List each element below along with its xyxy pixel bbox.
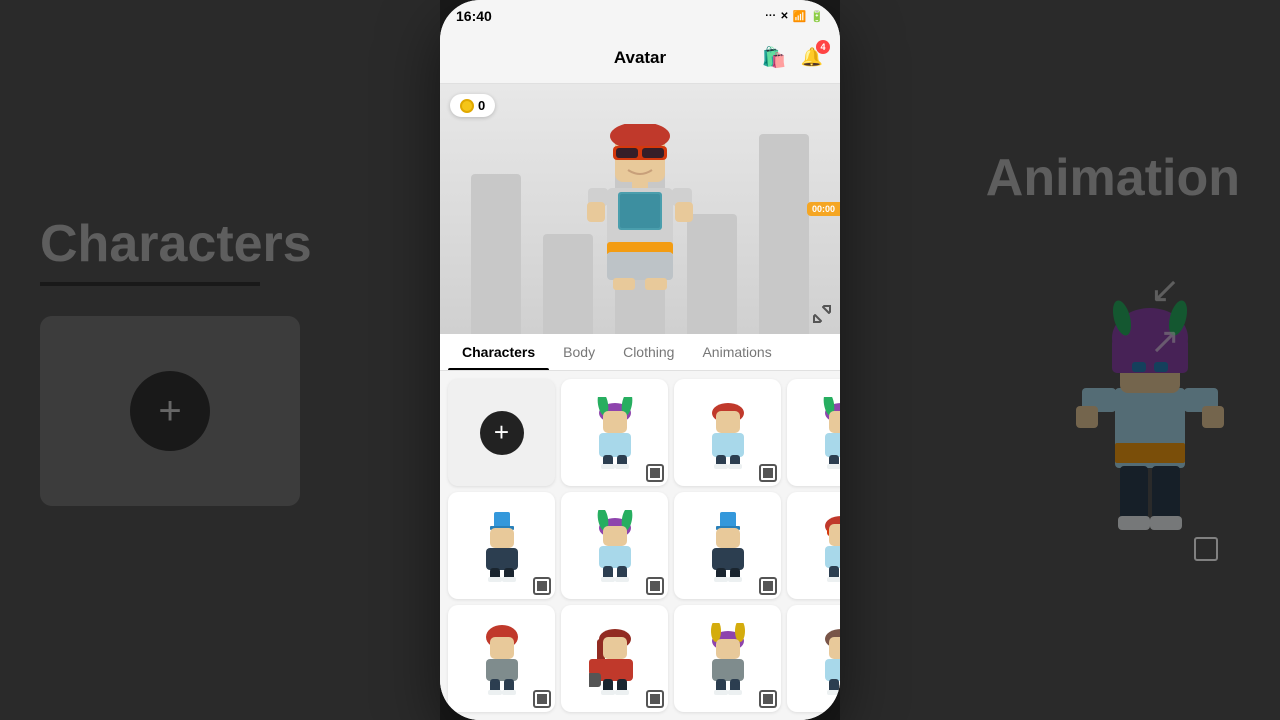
mini-char-svg-6 xyxy=(702,510,754,582)
coin-icon xyxy=(460,99,474,113)
character-card-8[interactable] xyxy=(448,605,555,712)
category-tabs: Characters Body Clothing Animations xyxy=(440,334,840,371)
tab-animations[interactable]: Animations xyxy=(688,334,785,370)
mini-char-svg-7 xyxy=(815,510,841,582)
character-card-1[interactable] xyxy=(561,379,668,486)
char-thumbnail-6 xyxy=(674,492,781,599)
char-thumbnail-9 xyxy=(561,605,668,712)
char-edit-icon-10 xyxy=(759,690,777,708)
add-character-card[interactable]: + xyxy=(448,379,555,486)
tab-clothing[interactable]: Clothing xyxy=(609,334,688,370)
character-card-6[interactable] xyxy=(674,492,781,599)
mini-char-svg-11 xyxy=(815,623,841,695)
character-card-9[interactable] xyxy=(561,605,668,712)
avatar-preview: 0 00:00 xyxy=(440,84,840,334)
character-card-3[interactable] xyxy=(787,379,840,486)
shopping-bag-icon[interactable]: 🛍️ xyxy=(760,44,788,72)
wifi-icon: 📶 xyxy=(793,10,807,23)
coin-value: 0 xyxy=(478,98,485,113)
mini-char-svg-1 xyxy=(589,397,641,469)
expand-icon[interactable] xyxy=(812,304,832,326)
main-avatar-svg xyxy=(585,124,695,294)
bg-right-heading: Animation xyxy=(986,148,1240,208)
char-thumbnail-5 xyxy=(561,492,668,599)
status-icons: ··· ✕ 📶 🔋 xyxy=(765,10,824,23)
bg-right-avatar xyxy=(1060,208,1240,573)
notification-badge: 4 xyxy=(816,40,830,54)
bg-compress-arrows: ↙ ↗ xyxy=(1150,268,1180,362)
char-thumbnail-4 xyxy=(448,492,555,599)
char-edit-icon-6 xyxy=(759,577,777,595)
char-edit-icon-2 xyxy=(759,464,777,482)
status-bar: 16:40 ··· ✕ 📶 🔋 xyxy=(440,0,840,32)
arrow-expand-bottom: ↗ xyxy=(1150,319,1180,362)
battery-icon: 🔋 xyxy=(810,10,824,23)
mini-char-svg-2 xyxy=(702,397,754,469)
arrow-compress-top: ↙ xyxy=(1150,268,1180,311)
tab-characters[interactable]: Characters xyxy=(448,334,549,370)
mini-char-svg-10 xyxy=(702,623,754,695)
x-icon: ✕ xyxy=(780,11,788,22)
mini-char-svg-5 xyxy=(589,510,641,582)
char-edit-icon-4 xyxy=(533,577,551,595)
character-card-5[interactable] xyxy=(561,492,668,599)
character-card-2[interactable] xyxy=(674,379,781,486)
bg-left-underline xyxy=(40,282,260,286)
main-content: 0 00:00 Characters Body Clothing Animati… xyxy=(440,84,840,720)
bg-left-panel: Characters + xyxy=(0,0,440,720)
character-card-10[interactable] xyxy=(674,605,781,712)
bg-left-card: + xyxy=(40,316,300,506)
pillar-1 xyxy=(471,174,521,334)
char-edit-icon-5 xyxy=(646,577,664,595)
char-thumbnail-2 xyxy=(674,379,781,486)
char-thumbnail-11 xyxy=(787,605,840,712)
tab-body[interactable]: Body xyxy=(549,334,609,370)
phone-frame: 16:40 ··· ✕ 📶 🔋 Avatar 🛍️ 🔔 4 xyxy=(440,0,840,720)
timer-badge: 00:00 xyxy=(807,202,840,216)
char-thumbnail-1 xyxy=(561,379,668,486)
mini-char-svg-9 xyxy=(589,623,641,695)
char-edit-icon-1 xyxy=(646,464,664,482)
mini-char-svg-3 xyxy=(815,397,841,469)
add-circle-icon: + xyxy=(480,411,524,455)
status-time: 16:40 xyxy=(456,8,492,24)
pillar-5 xyxy=(759,134,809,334)
char-thumbnail-8 xyxy=(448,605,555,712)
char-edit-icon-9 xyxy=(646,690,664,708)
signal-icon: ··· xyxy=(765,10,776,22)
char-thumbnail-7 xyxy=(787,492,840,599)
char-thumbnail-10 xyxy=(674,605,781,712)
char-edit-icon-8 xyxy=(533,690,551,708)
bg-right-panel: Animation ↙ ↗ xyxy=(840,0,1280,720)
bg-add-btn: + xyxy=(130,371,210,451)
main-avatar-character xyxy=(585,124,695,294)
character-card-4[interactable] xyxy=(448,492,555,599)
mini-char-svg-8 xyxy=(476,623,528,695)
bg-left-heading: Characters xyxy=(40,214,312,274)
character-card-11[interactable] xyxy=(787,605,840,712)
characters-grid: + xyxy=(440,371,840,720)
mini-char-svg-4 xyxy=(476,510,528,582)
coin-badge: 0 xyxy=(450,94,495,117)
bell-icon[interactable]: 🔔 4 xyxy=(798,44,826,72)
app-header: Avatar 🛍️ 🔔 4 xyxy=(440,32,840,84)
char-thumbnail-3 xyxy=(787,379,840,486)
character-card-7[interactable] xyxy=(787,492,840,599)
header-icons: 🛍️ 🔔 4 xyxy=(760,44,826,72)
header-title: Avatar xyxy=(614,48,666,68)
